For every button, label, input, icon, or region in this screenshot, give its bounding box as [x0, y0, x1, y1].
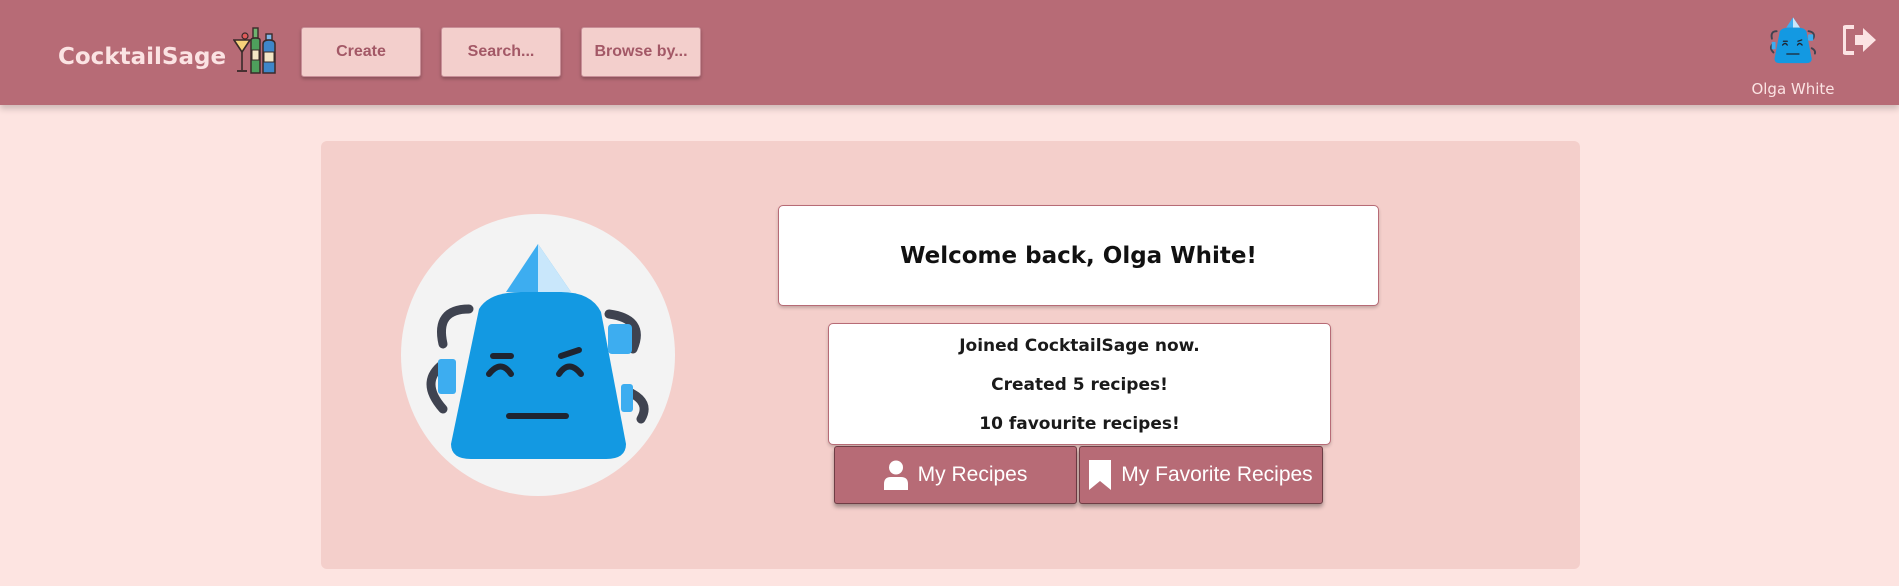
stat-favourites: 10 favourite recipes! — [979, 414, 1180, 434]
navbar: CocktailSage Create Search... Browse by.… — [0, 0, 1899, 105]
profile-avatar-icon — [426, 244, 649, 459]
user-name[interactable]: Olga White — [1720, 80, 1866, 98]
brand-name[interactable]: CocktailSage — [58, 44, 226, 70]
stats-box: Joined CocktailSage now. Created 5 recip… — [828, 323, 1331, 445]
bookmark-icon — [1089, 460, 1112, 490]
stat-joined: Joined CocktailSage now. — [959, 336, 1200, 356]
stat-created: Created 5 recipes! — [991, 375, 1168, 395]
my-recipes-button[interactable]: My Recipes — [834, 446, 1077, 504]
profile-avatar-circle — [401, 214, 675, 496]
welcome-box: Welcome back, Olga White! — [778, 205, 1379, 306]
welcome-message: Welcome back, Olga White! — [900, 242, 1257, 269]
my-favorite-recipes-button[interactable]: My Favorite Recipes — [1079, 446, 1323, 504]
user-icon — [883, 460, 908, 490]
user-avatar-icon[interactable] — [1763, 11, 1823, 71]
my-favorite-recipes-label: My Favorite Recipes — [1121, 463, 1313, 486]
sign-out-icon[interactable] — [1843, 25, 1877, 55]
create-button[interactable]: Create — [301, 27, 421, 77]
search-button[interactable]: Search... — [441, 27, 561, 77]
browse-by-button[interactable]: Browse by... — [581, 27, 701, 77]
cocktail-bottles-icon[interactable] — [233, 26, 279, 76]
my-recipes-label: My Recipes — [917, 463, 1028, 486]
